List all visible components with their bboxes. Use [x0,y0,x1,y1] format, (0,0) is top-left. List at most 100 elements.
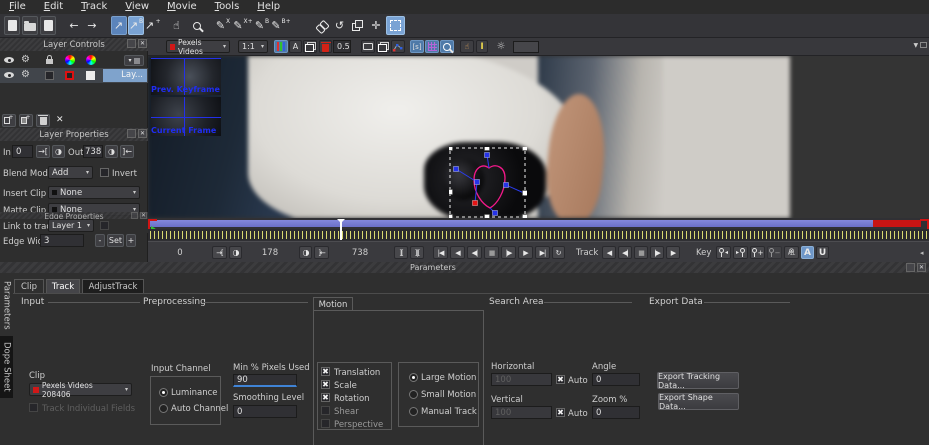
timeline-out-value[interactable]: 738 [346,248,374,258]
autokey-button[interactable]: A [801,246,814,259]
undock-icon[interactable] [131,212,138,219]
next-keyframe-button[interactable]: ▸ [733,246,748,259]
smoothing-level-field[interactable]: 0 [233,405,297,418]
large-motion-radio[interactable] [409,373,418,382]
in-interp-button[interactable]: ◑ [229,246,242,259]
delete-keyframe-button[interactable]: − [767,246,782,259]
undock-icon[interactable] [127,129,136,138]
frame-ruler[interactable] [148,229,929,240]
undock-icon[interactable] [127,39,136,48]
stop-button[interactable]: ■ [484,246,499,259]
track-stop-button[interactable]: ■ [634,246,648,259]
surface-tool-button[interactable]: I [476,40,488,53]
spline-control-points[interactable] [453,152,509,216]
scale-tool-button[interactable] [349,16,366,35]
in-point-field[interactable]: 0 [12,145,33,158]
layer-visibility-toggle[interactable] [4,72,14,78]
vertical-field[interactable]: 100 [491,406,552,419]
play-button[interactable]: ▶ [518,246,533,259]
step-forward-button[interactable]: |▶ [501,246,516,259]
menu-file[interactable]: File [0,0,35,14]
current-frame-value[interactable]: 178 [256,248,284,258]
mask-overlay-button[interactable] [319,40,332,53]
expand-icon[interactable]: ✕ [56,115,64,125]
close-icon[interactable]: ✕ [138,39,147,48]
zoom-timeline-in-button[interactable]: ][ [394,246,408,259]
link-to-track-dropdown[interactable]: Layer 1 ▾ [48,219,94,232]
layer-properties-titlebar[interactable]: Layer Properties ✕ [0,128,148,141]
perspective-checkbox[interactable] [321,419,330,428]
edge-width-increment-button[interactable]: + [126,234,136,247]
manual-track-radio[interactable] [409,407,418,416]
side-tab-dope-sheet[interactable]: Dope Sheet [0,336,13,398]
prev-keyframe-button[interactable]: ◂ [716,246,731,259]
menu-edit[interactable]: Edit [35,0,72,14]
redo-button[interactable]: → [84,16,100,35]
set-in-point-button[interactable]: →[ [36,145,50,158]
insert-layer-button[interactable]: + [19,114,33,127]
add-point-tool-button[interactable]: ↖ + [145,16,161,35]
translation-checkbox[interactable]: ✖ [321,367,330,376]
edge-option-checkbox[interactable] [100,221,109,230]
goto-in-button[interactable]: →[ [212,246,227,259]
horizontal-field[interactable]: 100 [491,373,552,386]
clip-copy-button[interactable] [303,40,317,53]
layer-list-options-button[interactable]: ▾ [124,55,144,66]
zoom-percent-field[interactable]: 0 [592,406,640,419]
layer-spline-color-swatch[interactable] [65,71,74,80]
layer-surface-color-swatch[interactable] [86,71,95,80]
new-project-button[interactable] [4,16,20,35]
zoom-timeline-out-button[interactable]: ]|[ [410,246,424,259]
show-layers-button[interactable] [376,40,390,53]
out-interp-button[interactable]: ◑ [299,246,312,259]
side-tab-parameters[interactable]: Parameters [0,276,13,334]
layer-gear-icon[interactable]: ⚙ [21,69,30,80]
goto-out-button[interactable]: ]← [314,246,329,259]
luminance-radio[interactable] [159,388,168,397]
pan-tool-button[interactable]: ☝ [168,16,185,35]
undo-button[interactable]: ← [66,16,82,35]
shear-checkbox[interactable] [321,406,330,415]
insert-clip-dropdown[interactable]: None ▾ [48,186,140,199]
menu-help[interactable]: Help [248,0,289,14]
track-forward-button[interactable]: ▶ [666,246,680,259]
create-xspline-tool-button[interactable]: ✎ X [214,16,232,35]
menu-movie[interactable]: Movie [158,0,206,14]
horizontal-auto-checkbox[interactable]: ✖ [556,375,565,384]
edge-width-field[interactable]: 3 [40,234,84,247]
close-icon[interactable]: ✕ [917,263,926,272]
tab-track[interactable]: Track [46,279,80,293]
layer-lock-checkbox[interactable] [45,71,54,80]
delete-all-keyframes-button[interactable]: ⊗ ALL [784,246,799,259]
min-pixels-field[interactable]: 90 [233,374,297,387]
layer-row[interactable]: ⚙ Lay... [0,68,148,83]
zoom-window-button[interactable] [440,40,454,53]
parameters-titlebar[interactable]: Parameters ✕ [0,262,929,273]
clip-dropdown[interactable]: Pexels Videos 208406 ▾ [29,381,132,399]
uber-key-button[interactable]: U [816,246,829,259]
menu-view[interactable]: View [116,0,158,14]
viewer-options-dropdown[interactable]: ▼ [913,42,927,49]
brightness-button[interactable]: ☼ [494,40,508,53]
spline-shape[interactable] [473,165,506,209]
add-bezier-tool-button[interactable]: ✎ B+ [271,16,290,35]
show-grid-button[interactable] [425,40,439,53]
select-bezier-tool-button[interactable]: ↖ B [128,16,144,35]
close-icon[interactable]: ✕ [138,129,147,138]
step-back-button[interactable]: ◀| [467,246,482,259]
auto-channel-radio[interactable] [159,404,168,413]
undock-icon[interactable] [906,263,915,272]
blend-mode-dropdown[interactable]: Add ▾ [48,166,93,179]
export-tracking-data-button[interactable]: Export Tracking Data... [657,372,739,390]
playhead[interactable] [340,219,342,240]
zoom-tool-button[interactable] [188,16,205,35]
track-one-back-button[interactable]: ◀| [618,246,632,259]
rotate-tool-button[interactable]: ↺ [331,16,348,35]
show-splines-button[interactable] [391,40,405,53]
new-layer-button[interactable]: + [2,114,16,127]
layer-name-label[interactable]: Lay... [103,69,147,82]
delete-layer-button[interactable] [36,114,50,127]
out-interp-button[interactable]: ◑ [105,145,118,158]
tab-adjusttrack[interactable]: AdjustTrack [82,279,144,293]
alpha-view-button[interactable]: A [289,40,302,53]
